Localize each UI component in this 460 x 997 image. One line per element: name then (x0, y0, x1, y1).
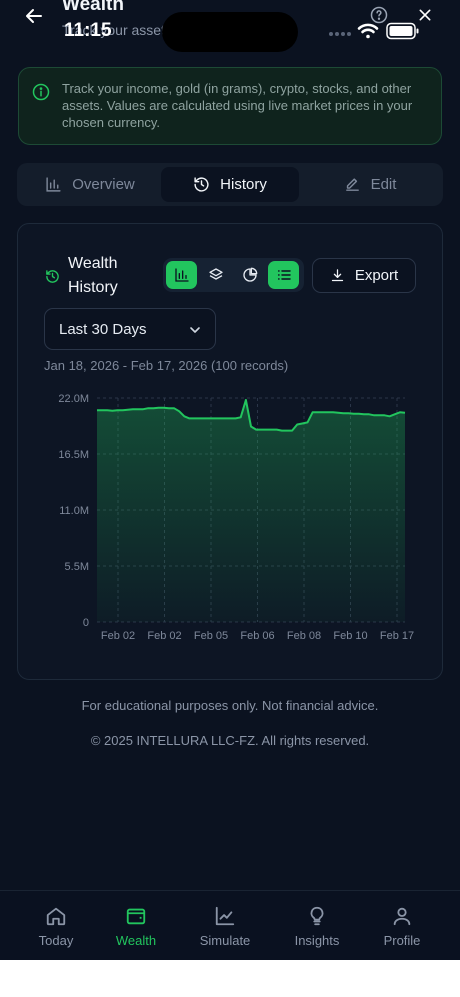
info-banner: Track your income, gold (in grams), cryp… (18, 67, 442, 145)
nav-today[interactable]: Today (16, 905, 96, 948)
x-tick-label: Feb 17 (380, 630, 414, 642)
battery-icon (386, 22, 419, 40)
history-icon (194, 177, 209, 192)
x-tick-label: Feb 05 (194, 630, 228, 642)
download-icon (331, 269, 343, 282)
nav-insights[interactable]: Insights (277, 905, 357, 948)
nav-today-label: Today (38, 933, 74, 948)
close-icon[interactable] (417, 7, 433, 23)
camera-notch (162, 12, 298, 52)
x-tick-label: Feb 08 (287, 630, 321, 642)
x-tick-label: Feb 10 (333, 630, 367, 642)
page-title: Wealth (62, 0, 124, 15)
view-toggle-group (163, 258, 304, 292)
tab-history[interactable]: History (161, 167, 299, 202)
nav-simulate[interactable]: Simulate (185, 905, 265, 948)
export-button[interactable]: Export (312, 258, 416, 293)
x-tick-label: Feb 02 (101, 630, 135, 642)
signal-dots-icon (329, 32, 351, 36)
y-tick-label: 5.5M (65, 561, 89, 573)
wealth-history-chart: 22.0M 16.5M 11.0M 5.5M 0 Feb 02 Feb 02 Feb 05 Fe… (58, 393, 414, 642)
app-screen: Wealth Track your assets 11:15 Track you… (0, 0, 460, 960)
period-select[interactable]: Last 30 Days (44, 308, 216, 350)
view-pie-button[interactable] (234, 261, 265, 289)
period-select-value: Last 30 Days (59, 321, 147, 338)
y-tick-label: 22.0M (58, 393, 89, 405)
x-tick-label: Feb 02 (147, 630, 181, 642)
export-label: Export (354, 267, 399, 284)
nav-insights-label: Insights (294, 933, 340, 948)
chevron-down-icon (190, 327, 200, 333)
tab-edit[interactable]: Edit (301, 167, 439, 202)
bar-chart-icon (46, 177, 61, 192)
copyright-text: © 2025 INTELLURA LLC-FZ. All rights rese… (90, 733, 370, 748)
lightbulb-icon (310, 906, 324, 926)
back-arrow-icon[interactable] (22, 4, 46, 28)
wealth-history-card: Wealth History Export Last 30 Days Jan 1… (17, 223, 443, 680)
list-icon (277, 270, 291, 280)
view-bar-button[interactable] (166, 261, 197, 289)
tab-history-label: History (220, 176, 267, 193)
info-icon (32, 83, 50, 101)
chart-area-fill (97, 400, 405, 622)
nav-wealth-label: Wealth (115, 933, 157, 948)
view-list-button[interactable] (268, 261, 299, 289)
nav-profile[interactable]: Profile (362, 905, 442, 948)
tab-overview[interactable]: Overview (21, 167, 159, 202)
wifi-icon (357, 23, 379, 39)
home-icon (46, 907, 66, 926)
nav-profile-label: Profile (383, 933, 421, 948)
date-range-text: Jan 18, 2026 - Feb 17, 2026 (100 records… (44, 358, 289, 373)
y-tick-label: 11.0M (59, 505, 89, 517)
wallet-icon (126, 908, 146, 925)
card-title: Wealth History (68, 255, 118, 296)
user-icon (393, 907, 411, 926)
bar-chart-icon (174, 268, 189, 282)
bottom-nav: Today Wealth Simulate Insights Profile (0, 890, 460, 960)
tab-edit-label: Edit (370, 176, 397, 193)
line-chart-icon (215, 906, 235, 926)
y-tick-label: 0 (83, 617, 89, 629)
y-tick-label: 16.5M (58, 449, 89, 461)
wealth-tabs: Overview History Edit (17, 163, 443, 206)
nav-wealth[interactable]: Wealth (96, 905, 176, 948)
nav-simulate-label: Simulate (199, 933, 251, 948)
status-time: 11:15 (64, 20, 112, 41)
x-tick-label: Feb 06 (240, 630, 274, 642)
view-stacked-button[interactable] (200, 261, 231, 289)
pie-chart-icon (242, 267, 257, 282)
pencil-icon (345, 178, 359, 191)
info-text: Track your income, gold (in grams), cryp… (62, 81, 413, 130)
history-icon (46, 270, 59, 283)
disclaimer-text: For educational purposes only. Not finan… (81, 698, 379, 713)
tab-overview-label: Overview (72, 176, 135, 193)
layers-icon (208, 268, 223, 280)
